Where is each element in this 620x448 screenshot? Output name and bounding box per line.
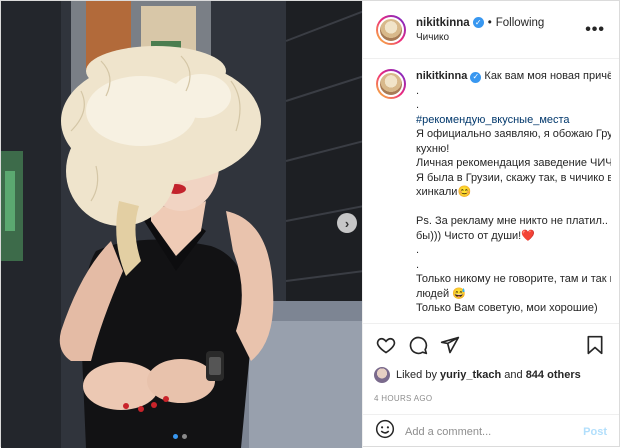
caption-body: nikitkinna✓ Как вам моя новая причёска .… — [416, 69, 611, 322]
action-bar: Liked by yuriy_tkach and 844 others 4 HO… — [363, 323, 619, 403]
comment-icon[interactable] — [406, 333, 430, 357]
caption-line: бы))) Чисто от души!❤️ — [416, 229, 535, 242]
caption-line: Только Вам советую, мои хорошие) — [416, 302, 598, 314]
caption-line: Личная рекомендация заведение ЧИЧИ — [416, 157, 611, 169]
location-link[interactable]: Чичико — [416, 32, 585, 43]
caption-line: людей 😅 — [416, 287, 466, 300]
following-button[interactable]: Following — [496, 17, 545, 29]
caption-line: Только никому не говорите, там и так в — [416, 273, 611, 285]
comment-input[interactable] — [405, 425, 584, 438]
caption-line: кухню! — [416, 142, 450, 155]
action-icons — [374, 332, 607, 358]
emoji-icon[interactable] — [375, 419, 395, 444]
share-icon[interactable] — [438, 333, 462, 357]
caption-line: . — [416, 84, 420, 97]
caption-line: . — [416, 258, 420, 271]
caption-username-link[interactable]: nikitkinna — [416, 70, 467, 82]
likes-text: Liked by yuriy_tkach and 844 others — [396, 369, 581, 381]
bookmark-icon[interactable] — [583, 333, 607, 357]
photo-illustration — [1, 1, 362, 448]
separator-dot: • — [487, 16, 492, 29]
caption-line: . — [416, 99, 420, 111]
caption-avatar-image — [378, 71, 404, 97]
heart-icon[interactable] — [374, 333, 398, 357]
verified-badge-icon: ✓ — [472, 17, 484, 28]
username-link[interactable]: nikitkinna — [416, 17, 470, 29]
more-options-button[interactable]: ••• — [585, 21, 605, 39]
post-card: › nikitkinna ✓ • Following Чичико ••• ni… — [0, 0, 620, 448]
carousel-next-button[interactable]: › — [337, 213, 357, 233]
likes-and: and — [504, 369, 523, 381]
likes-prefix: Liked by — [396, 369, 437, 381]
post-comment-button[interactable]: Post — [583, 426, 607, 438]
avatar[interactable] — [376, 14, 406, 45]
liker-avatar[interactable] — [374, 367, 390, 383]
caption-line: . — [416, 244, 420, 256]
carousel-dot-active — [173, 434, 178, 439]
post-sidebar: nikitkinna ✓ • Following Чичико ••• niki… — [362, 1, 619, 448]
comment-box: Post — [363, 414, 619, 448]
caption-line: Я официально заявляю, я обожаю Грузи — [416, 128, 611, 140]
caption-avatar[interactable] — [376, 69, 406, 99]
caption-line — [416, 200, 611, 215]
post-header: nikitkinna ✓ • Following Чичико ••• — [363, 1, 619, 59]
caption-line: Ps. За рекламу мне никто не платил.. 😆 — [416, 215, 611, 227]
header-text: nikitkinna ✓ • Following Чичико — [416, 17, 585, 43]
likes-count-link[interactable]: 844 others — [526, 369, 581, 381]
likes-summary: Liked by yuriy_tkach and 844 others — [374, 367, 607, 383]
header-user-line: nikitkinna ✓ • Following — [416, 17, 585, 29]
avatar-image — [378, 16, 404, 43]
verified-badge-icon: ✓ — [470, 71, 482, 83]
hashtag-link[interactable]: #рекомендую_вкусные_места — [416, 113, 611, 128]
caption-first-line: nikitkinna✓ Как вам моя новая причёска — [416, 69, 611, 84]
liker-username-link[interactable]: yuriy_tkach — [440, 369, 501, 381]
carousel-indicator — [173, 434, 187, 439]
post-timestamp[interactable]: 4 HOURS AGO — [374, 394, 607, 403]
caption-section: nikitkinna✓ Как вам моя новая причёска .… — [363, 59, 619, 322]
caption-line: Я была в Грузии, скажу так, в чичико вк — [416, 171, 611, 184]
caption-text: Как вам моя новая причёска — [484, 70, 611, 82]
carousel-dot — [182, 434, 187, 439]
post-photo[interactable]: › — [1, 1, 362, 448]
caption-line: хинкали😊 — [416, 186, 472, 198]
